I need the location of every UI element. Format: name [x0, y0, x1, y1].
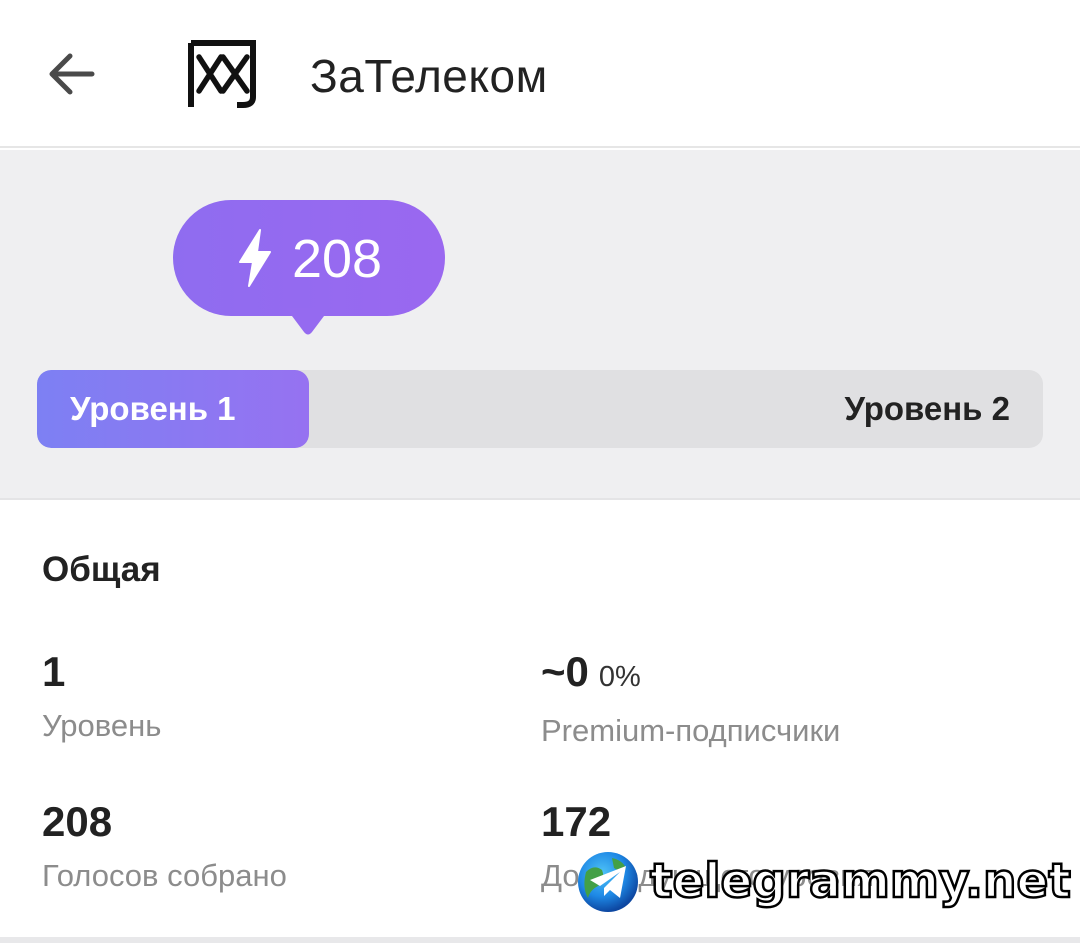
stats-title: Общая	[42, 550, 161, 589]
channel-avatar[interactable]	[178, 34, 266, 114]
boost-count: 208	[291, 229, 383, 289]
bottom-divider	[0, 937, 1080, 943]
boost-count-bubble: 208	[173, 200, 445, 316]
lightning-icon	[238, 229, 271, 287]
stat-percent: 0%	[598, 661, 641, 693]
boost-section: 208 Уровень 1 Уровень 2	[0, 150, 1080, 500]
stat-value-number: ~0	[541, 648, 589, 695]
stat-label: Premium-подписчики	[541, 713, 841, 748]
stat-label: Уровень	[42, 708, 162, 743]
stat-value: 1	[42, 648, 66, 695]
stat-value: 208	[42, 798, 113, 845]
telegram-globe-icon	[578, 852, 638, 912]
level-current-label: Уровень 1	[70, 390, 236, 427]
watermark-text: telegrammy.net	[649, 853, 1072, 911]
app-header: ЗаТелеком	[0, 0, 1080, 148]
stat-label: Голосов собрано	[42, 858, 287, 893]
back-button[interactable]	[30, 36, 114, 112]
chinese-character-logo	[188, 40, 256, 108]
bubble-tail	[286, 308, 330, 335]
level-next-label: Уровень 2	[844, 390, 1010, 427]
stat-value: ~0 0%	[541, 648, 840, 701]
stat-level: 1 Уровень	[42, 648, 161, 744]
channel-title: ЗаТелеком	[310, 50, 548, 102]
stat-boosts-collected: 208 Голосов собрано	[42, 798, 287, 894]
stat-value: 172	[541, 798, 612, 845]
watermark: telegrammy.net	[576, 850, 1072, 914]
level-progress-bar: Уровень 1 Уровень 2	[37, 370, 1043, 448]
stat-premium-subscribers: ~0 0% Premium-подписчики	[541, 648, 840, 749]
arrow-left-icon	[49, 53, 95, 95]
